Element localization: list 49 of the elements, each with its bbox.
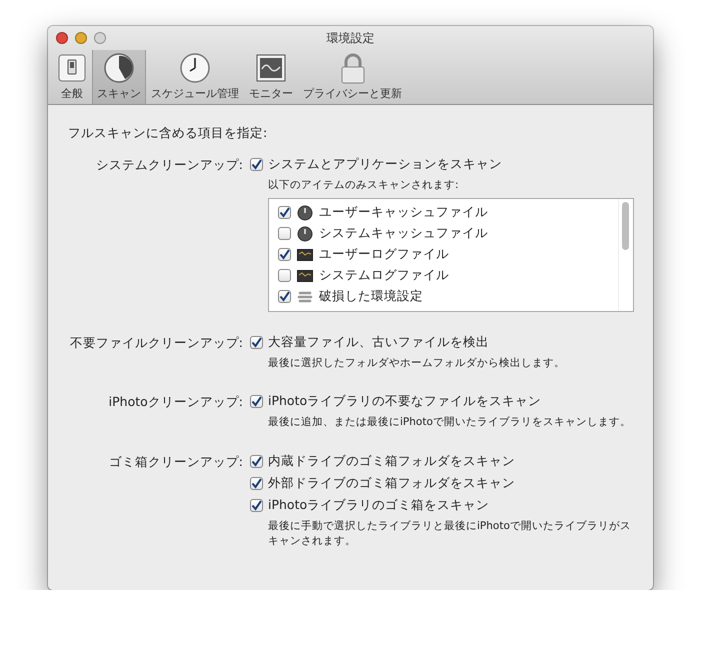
- scrollbar-thumb[interactable]: [622, 202, 629, 250]
- gauge-icon: [297, 226, 313, 242]
- checkbox[interactable]: [250, 395, 263, 408]
- section-label: ゴミ箱クリーンアップ:: [108, 452, 243, 471]
- window-title: 環境設定: [326, 30, 374, 46]
- gauge-icon: [297, 204, 313, 221]
- checkbox[interactable]: [278, 206, 291, 220]
- section-label: 不要ファイルクリーンアップ:: [68, 334, 243, 352]
- switch-icon: [57, 52, 87, 84]
- checkbox-label: 外部ドライブのゴミ箱フォルダをスキャン: [268, 474, 515, 492]
- checkbox[interactable]: [278, 269, 291, 282]
- padlock-icon: [338, 52, 366, 84]
- checkbox[interactable]: [278, 248, 291, 262]
- list-item-label: ユーザーキャッシュファイル: [319, 204, 488, 222]
- checkbox[interactable]: [278, 290, 291, 304]
- toolbar-tab[interactable]: スキャン: [92, 50, 146, 104]
- checkbox[interactable]: [250, 158, 263, 171]
- log-icon: [297, 268, 313, 283]
- close-button[interactable]: [56, 32, 68, 44]
- toolbar-tab[interactable]: プライバシーと更新: [298, 50, 407, 104]
- list-item-label: ユーザーログファイル: [319, 246, 449, 264]
- checkbox[interactable]: [250, 498, 263, 512]
- hint-text: 最後に手動で選択したライブラリと最後にiPhotoで開いたライブラリがスキャンされます。: [267, 518, 632, 549]
- section-heading: フルスキャンに含める項目を指定:: [68, 125, 268, 142]
- log-icon: [297, 248, 313, 262]
- toolbar-tab[interactable]: モニター: [244, 50, 298, 104]
- section-label: iPhotoクリーンアップ:: [108, 393, 243, 412]
- toolbar-tab[interactable]: 全般: [52, 50, 92, 104]
- checkbox[interactable]: [278, 227, 291, 240]
- toolbar-tab[interactable]: スケジュール管理: [146, 50, 244, 104]
- gauge-icon: [103, 52, 135, 84]
- hint-text: 以下のアイテムのみスキャンされます:: [267, 178, 460, 193]
- list-item-label: 破損した環境設定: [319, 288, 423, 306]
- checkbox-label: iPhotoライブラリのゴミ箱をスキャン: [268, 496, 490, 514]
- checkbox-label: iPhotoライブラリの不要なファイルをスキャン: [268, 393, 542, 410]
- monitor-icon: [255, 52, 287, 84]
- minimize-button[interactable]: [75, 32, 87, 44]
- checkbox-label: 内蔵ドライブのゴミ箱フォルダをスキャン: [268, 452, 515, 470]
- checkbox-label: システムとアプリケーションをスキャン: [268, 156, 502, 173]
- clock-icon: [179, 52, 211, 84]
- checkbox-label: 大容量ファイル、古いファイルを検出: [268, 334, 489, 352]
- hint-text: 最後に選択したフォルダやホームフォルダから検出します。: [267, 356, 566, 372]
- list-item-label: システムログファイル: [319, 267, 449, 284]
- checkbox[interactable]: [250, 454, 263, 468]
- list-item-label: システムキャッシュファイル: [319, 225, 488, 242]
- section-label: システムクリーンアップ:: [94, 156, 243, 174]
- hint-text: 最後に追加、または最後にiPhotoで開いたライブラリをスキャンします。: [267, 415, 632, 430]
- checkbox[interactable]: [250, 336, 263, 350]
- checkbox[interactable]: [250, 476, 263, 490]
